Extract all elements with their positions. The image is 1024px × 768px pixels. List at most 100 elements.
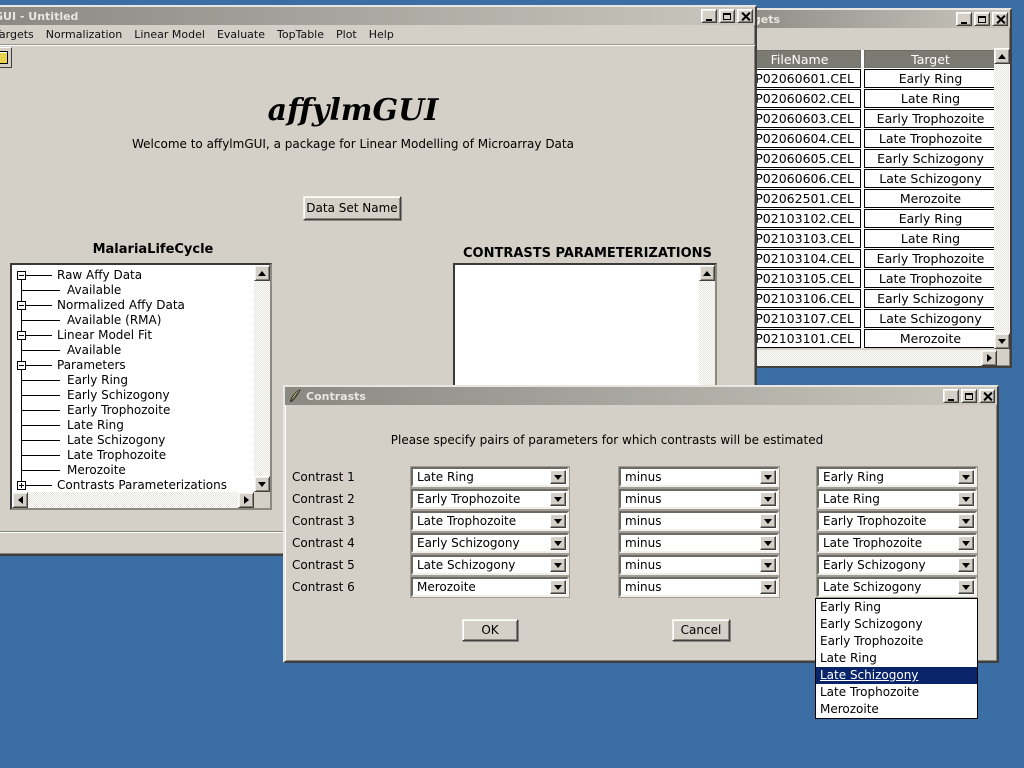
contrast-5-right-combo[interactable]: Early Schizogony bbox=[817, 555, 977, 575]
combo-arrow-button[interactable] bbox=[550, 470, 566, 484]
maximize-button[interactable] bbox=[961, 389, 977, 403]
minimize-button[interactable] bbox=[943, 389, 959, 403]
tree-item-late-schizogony[interactable]: Late Schizogony bbox=[12, 433, 254, 448]
targets-titlebar[interactable]: Targets bbox=[728, 10, 1010, 28]
menu-item-targets[interactable]: Targets bbox=[0, 26, 40, 43]
combo-arrow-button[interactable] bbox=[760, 514, 776, 528]
contrast-1-operator-combo[interactable]: minus bbox=[619, 467, 779, 487]
tree-horizontal-scrollbar[interactable] bbox=[12, 492, 254, 508]
scroll-right-button[interactable] bbox=[238, 492, 254, 508]
scrollbar-trough[interactable] bbox=[28, 492, 238, 508]
tree-item-linear-model-fit[interactable]: Linear Model Fit bbox=[12, 328, 254, 343]
combo-arrow-button[interactable] bbox=[958, 470, 974, 484]
tree-item-contrasts-parameterizations[interactable]: Contrasts Parameterizations bbox=[12, 478, 254, 492]
contrast-6-left-combo[interactable]: Merozoite bbox=[411, 577, 569, 597]
contrast-2-operator-combo[interactable]: minus bbox=[619, 489, 779, 509]
targets-horizontal-scrollbar[interactable] bbox=[738, 350, 997, 366]
close-button[interactable] bbox=[992, 12, 1008, 26]
contrast-2-right-combo[interactable]: Late Ring bbox=[817, 489, 977, 509]
contrast-5-left-combo[interactable]: Late Schizogony bbox=[411, 555, 569, 575]
minus-box-icon[interactable] bbox=[17, 271, 26, 280]
contrast-6-operator-combo[interactable]: minus bbox=[619, 577, 779, 597]
tree-item-normalized-affy-data[interactable]: Normalized Affy Data bbox=[12, 298, 254, 313]
minimize-button[interactable] bbox=[956, 12, 972, 26]
popup-item[interactable]: Early Ring bbox=[816, 599, 977, 616]
contrast-2-left-combo[interactable]: Early Trophozoite bbox=[411, 489, 569, 509]
combo-arrow-button[interactable] bbox=[958, 536, 974, 550]
main-titlebar[interactable]: GUI - Untitled bbox=[0, 7, 755, 25]
combo-arrow-button[interactable] bbox=[550, 514, 566, 528]
scroll-down-button[interactable] bbox=[254, 476, 270, 492]
tree-item-late-trophozoite[interactable]: Late Trophozoite bbox=[12, 448, 254, 463]
scroll-up-button[interactable] bbox=[254, 265, 270, 281]
tree-item-early-schizogony[interactable]: Early Schizogony bbox=[12, 388, 254, 403]
combo-arrow-button[interactable] bbox=[958, 580, 974, 594]
contrast-5-operator-combo[interactable]: minus bbox=[619, 555, 779, 575]
popup-item-selected[interactable]: Late Schizogony bbox=[816, 667, 977, 684]
minus-box-icon[interactable] bbox=[17, 361, 26, 370]
tree-item-merozoite[interactable]: Merozoite bbox=[12, 463, 254, 478]
contrast-1-right-combo[interactable]: Early Ring bbox=[817, 467, 977, 487]
maximize-button[interactable] bbox=[719, 9, 735, 23]
combo-arrow-button[interactable] bbox=[550, 558, 566, 572]
scroll-down-button[interactable] bbox=[994, 333, 1010, 349]
popup-item[interactable]: Merozoite bbox=[816, 701, 977, 718]
menu-item-evaluate[interactable]: Evaluate bbox=[211, 26, 271, 43]
tree-item-raw-affy-data[interactable]: Raw Affy Data bbox=[12, 268, 254, 283]
menu-item-normalization[interactable]: Normalization bbox=[40, 26, 128, 43]
combo-arrow-button[interactable] bbox=[760, 580, 776, 594]
popup-item[interactable]: Early Trophozoite bbox=[816, 633, 977, 650]
combo-arrow-button[interactable] bbox=[760, 558, 776, 572]
menu-item-toptable[interactable]: TopTable bbox=[271, 26, 330, 43]
popup-item[interactable]: Late Trophozoite bbox=[816, 684, 977, 701]
contrast-1-left-combo[interactable]: Late Ring bbox=[411, 467, 569, 487]
combo-arrow-button[interactable] bbox=[550, 492, 566, 506]
data-set-name-button[interactable]: Data Set Name bbox=[303, 196, 401, 220]
tree-item-available[interactable]: Available bbox=[12, 283, 254, 298]
contrast-6-right-combo[interactable]: Late Schizogony bbox=[817, 577, 977, 597]
combo-arrow-button[interactable] bbox=[958, 492, 974, 506]
menu-item-plot[interactable]: Plot bbox=[330, 26, 363, 43]
popup-item[interactable]: Late Ring bbox=[816, 650, 977, 667]
toolbar-button[interactable] bbox=[0, 47, 12, 68]
contrast-4-left-combo[interactable]: Early Schizogony bbox=[411, 533, 569, 553]
contrast-3-right-combo[interactable]: Early Trophozoite bbox=[817, 511, 977, 531]
contrast-3-operator-combo[interactable]: minus bbox=[619, 511, 779, 531]
combo-arrow-button[interactable] bbox=[958, 558, 974, 572]
minimize-button[interactable] bbox=[701, 9, 717, 23]
close-button[interactable] bbox=[979, 389, 995, 403]
combo-arrow-button[interactable] bbox=[760, 536, 776, 550]
contrast-3-left-combo[interactable]: Late Trophozoite bbox=[411, 511, 569, 531]
minus-box-icon[interactable] bbox=[17, 331, 26, 340]
combo-arrow-button[interactable] bbox=[550, 580, 566, 594]
tree-item-late-ring[interactable]: Late Ring bbox=[12, 418, 254, 433]
scroll-left-button[interactable] bbox=[12, 492, 28, 508]
contrast-4-right-combo[interactable]: Late Trophozoite bbox=[817, 533, 977, 553]
tree-item-parameters[interactable]: Parameters bbox=[12, 358, 254, 373]
tree-item-available-rma-[interactable]: Available (RMA) bbox=[12, 313, 254, 328]
combo-arrow-button[interactable] bbox=[760, 470, 776, 484]
combo-arrow-button[interactable] bbox=[550, 536, 566, 550]
cancel-button[interactable]: Cancel bbox=[672, 619, 730, 641]
scrollbar-trough[interactable] bbox=[738, 350, 981, 366]
minus-box-icon[interactable] bbox=[17, 301, 26, 310]
menu-item-help[interactable]: Help bbox=[363, 26, 400, 43]
contrast-4-operator-combo[interactable]: minus bbox=[619, 533, 779, 553]
plus-box-icon[interactable] bbox=[17, 481, 26, 490]
combo-arrow-button[interactable] bbox=[958, 514, 974, 528]
scrollbar-trough[interactable] bbox=[994, 64, 1010, 333]
close-button[interactable] bbox=[737, 9, 753, 23]
targets-vertical-scrollbar[interactable] bbox=[994, 48, 1010, 349]
tree-vertical-scrollbar[interactable] bbox=[254, 265, 270, 492]
tree-item-early-ring[interactable]: Early Ring bbox=[12, 373, 254, 388]
scroll-up-button[interactable] bbox=[994, 48, 1010, 64]
tree-item-available[interactable]: Available bbox=[12, 343, 254, 358]
scroll-right-button[interactable] bbox=[981, 350, 997, 366]
scrollbar-trough[interactable] bbox=[254, 281, 270, 476]
combo-arrow-button[interactable] bbox=[760, 492, 776, 506]
popup-item[interactable]: Early Schizogony bbox=[816, 616, 977, 633]
maximize-button[interactable] bbox=[974, 12, 990, 26]
tree-item-early-trophozoite[interactable]: Early Trophozoite bbox=[12, 403, 254, 418]
ok-button[interactable]: OK bbox=[462, 619, 518, 641]
dialog-titlebar[interactable]: Contrasts bbox=[285, 387, 997, 405]
